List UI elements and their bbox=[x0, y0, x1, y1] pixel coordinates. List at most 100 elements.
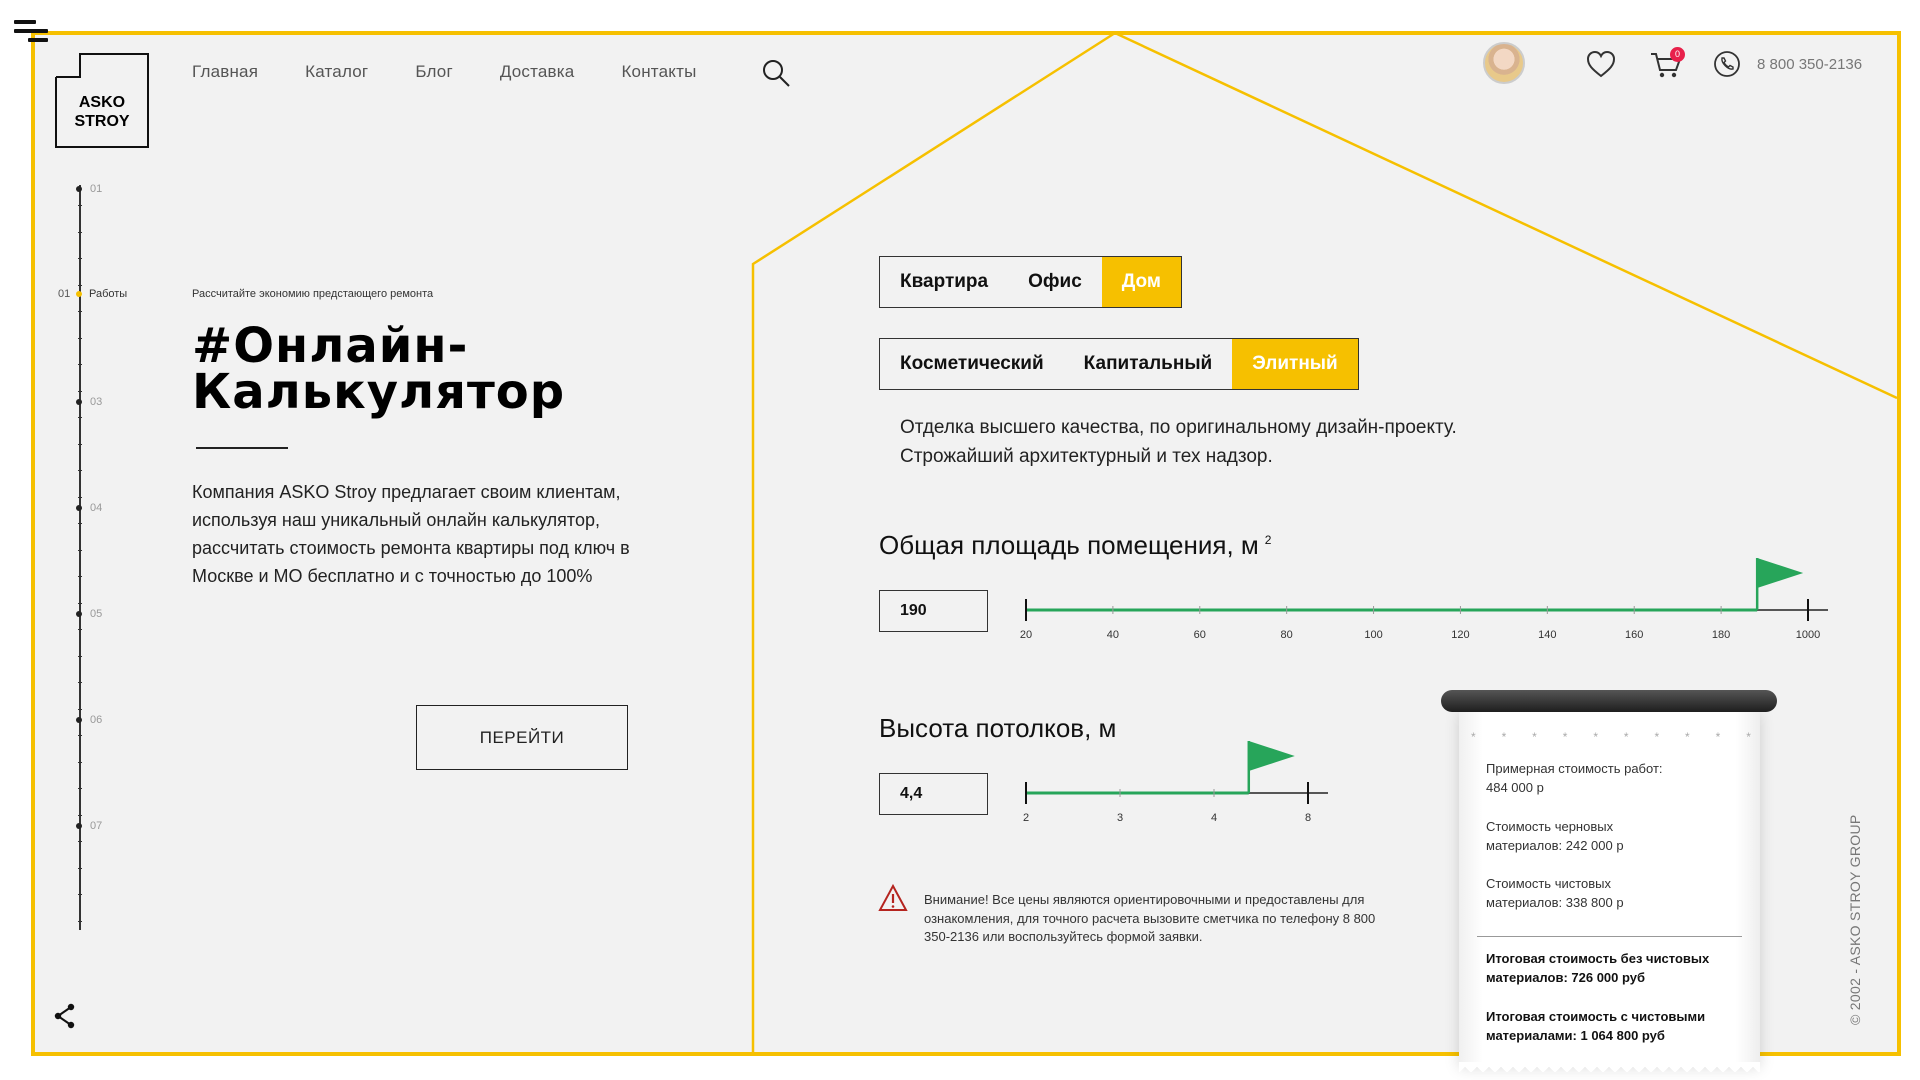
search-icon[interactable] bbox=[761, 58, 791, 88]
slider-scale-label: 140 bbox=[1538, 629, 1556, 641]
phone-number[interactable]: 8 800 350-2136 bbox=[1757, 56, 1862, 73]
step-label: 07 bbox=[90, 820, 103, 832]
slider-flag-handle[interactable] bbox=[1248, 741, 1295, 771]
timeline-tick bbox=[78, 603, 82, 604]
timeline-tick bbox=[78, 417, 82, 418]
page-title: #Онлайн-Калькулятор bbox=[192, 318, 566, 420]
timeline-tick bbox=[78, 894, 82, 895]
nav-delivery[interactable]: Доставка bbox=[500, 62, 575, 86]
hero-description: Компания ASKO Stroy предлагает своим кли… bbox=[192, 482, 630, 586]
step-dot[interactable] bbox=[76, 611, 82, 617]
type-option-office[interactable]: Офис bbox=[1008, 257, 1102, 307]
receipt-total-with-finish: Итоговая стоимость с чистовыми материалам… bbox=[1486, 1009, 1706, 1043]
timeline-tick bbox=[78, 311, 82, 312]
warning-text: Внимание! Все цены являются ориентировоч… bbox=[924, 892, 1376, 944]
share-icon[interactable] bbox=[54, 1003, 76, 1029]
slider-scale-label: 8 bbox=[1305, 812, 1311, 824]
height-input[interactable]: 4,4 bbox=[879, 773, 988, 815]
timeline-tick bbox=[78, 338, 82, 339]
step-dot[interactable] bbox=[76, 399, 82, 405]
slider-scale-label: 20 bbox=[1020, 629, 1032, 641]
timeline-tick bbox=[78, 656, 82, 657]
receipt-stars: * * * * * * * * * * bbox=[1471, 730, 1751, 744]
timeline-tick bbox=[78, 550, 82, 551]
timeline-tick bbox=[78, 868, 82, 869]
step-dot[interactable] bbox=[76, 186, 82, 192]
timeline-tick bbox=[78, 841, 82, 842]
timeline-tick bbox=[78, 444, 82, 445]
slider-scale-label: 120 bbox=[1451, 629, 1469, 641]
slider-flag-handle[interactable] bbox=[1757, 558, 1804, 588]
receipt-roll bbox=[1441, 690, 1777, 712]
step-label: 06 bbox=[90, 714, 103, 726]
hero-subtitle: Рассчитайте экономию предстающего ремонт… bbox=[192, 288, 434, 300]
step-label: 03 bbox=[90, 396, 103, 408]
phone-icon[interactable] bbox=[1713, 50, 1741, 78]
slider-scale-label: 1000 bbox=[1796, 629, 1820, 641]
receipt-divider bbox=[1477, 936, 1742, 937]
timeline-tick bbox=[78, 735, 82, 736]
heart-icon[interactable] bbox=[1586, 50, 1616, 78]
main-nav: Главная Каталог Блог Доставка Контакты bbox=[192, 62, 743, 86]
slider-scale-label: 3 bbox=[1117, 812, 1123, 824]
nav-blog[interactable]: Блог bbox=[415, 62, 453, 86]
cart-count-badge: 0 bbox=[1670, 47, 1685, 62]
timeline-tick bbox=[78, 762, 82, 763]
slider-scale-label: 2 bbox=[1023, 812, 1029, 824]
area-input[interactable]: 190 bbox=[879, 590, 988, 632]
receipt-total-without-finish: Итоговая стоимость без чистовых материало… bbox=[1486, 951, 1710, 985]
step-dot[interactable] bbox=[76, 505, 82, 511]
step-active-label: Работы bbox=[89, 288, 128, 300]
slider-scale-label: 100 bbox=[1364, 629, 1382, 641]
level-option-cosmetic[interactable]: Косметический bbox=[880, 339, 1064, 389]
timeline-tick bbox=[78, 576, 82, 577]
timeline-tick bbox=[78, 629, 82, 630]
area-slider[interactable]: 20 40 60 80 100 120 140 160 180 1000 bbox=[1020, 550, 1828, 650]
slider-scale-label: 4 bbox=[1211, 812, 1217, 824]
logo[interactable]: ASKO STROY bbox=[55, 53, 149, 148]
step-label: 04 bbox=[90, 502, 103, 514]
user-avatar[interactable] bbox=[1483, 42, 1525, 84]
timeline-tick bbox=[78, 682, 82, 683]
slider-scale-label: 180 bbox=[1712, 629, 1730, 641]
repair-level-selector: Косметический Капитальный Элитный bbox=[879, 338, 1359, 390]
timeline-tick bbox=[78, 364, 82, 365]
step-dot-active[interactable] bbox=[76, 291, 82, 297]
receipt: * * * * * * * * * * Примерная стоимость работ: 484… bbox=[1459, 707, 1760, 1072]
step-dot[interactable] bbox=[76, 717, 82, 723]
timeline-tick bbox=[78, 232, 82, 233]
type-option-apartment[interactable]: Квартира bbox=[880, 257, 1008, 307]
timeline-tick bbox=[78, 788, 82, 789]
slider-scale-label: 80 bbox=[1281, 629, 1293, 641]
level-description: Отделка высшего качества, по оригинально… bbox=[900, 417, 1457, 467]
slider-scale-label: 40 bbox=[1107, 629, 1119, 641]
type-option-house[interactable]: Дом bbox=[1101, 257, 1181, 307]
receipt-rough-materials: Стоимость черновых материалов: 242 000 р bbox=[1486, 819, 1624, 853]
level-option-elite[interactable]: Элитный bbox=[1232, 339, 1358, 389]
nav-contacts[interactable]: Контакты bbox=[621, 62, 696, 86]
receipt-works: Примерная стоимость работ: 484 000 р bbox=[1486, 761, 1663, 795]
timeline-tick bbox=[78, 709, 82, 710]
timeline-tick bbox=[78, 285, 82, 286]
menu-icon[interactable] bbox=[14, 20, 48, 42]
nav-home[interactable]: Главная bbox=[192, 62, 258, 86]
timeline-tick bbox=[78, 258, 82, 259]
warning-icon bbox=[878, 884, 908, 911]
timeline-tick bbox=[78, 921, 82, 922]
height-slider[interactable]: 2 3 4 8 bbox=[1020, 733, 1328, 833]
timeline-tick bbox=[78, 815, 82, 816]
go-button[interactable]: ПЕРЕЙТИ bbox=[416, 705, 628, 770]
level-option-capital[interactable]: Капитальный bbox=[1064, 339, 1233, 389]
nav-catalog[interactable]: Каталог bbox=[305, 62, 368, 86]
slider-scale-label: 60 bbox=[1194, 629, 1206, 641]
timeline-tick bbox=[78, 523, 82, 524]
title-divider bbox=[196, 447, 288, 449]
step-label: 05 bbox=[90, 608, 103, 620]
timeline-tick bbox=[78, 497, 82, 498]
step-dot[interactable] bbox=[76, 823, 82, 829]
receipt-finish-materials: Стоимость чистовых материалов: 338 800 р bbox=[1486, 876, 1624, 910]
object-type-selector: Квартира Офис Дом bbox=[879, 256, 1182, 308]
step-active-number: 01 bbox=[58, 288, 71, 300]
timeline-tick bbox=[78, 470, 82, 471]
timeline-tick bbox=[78, 391, 82, 392]
